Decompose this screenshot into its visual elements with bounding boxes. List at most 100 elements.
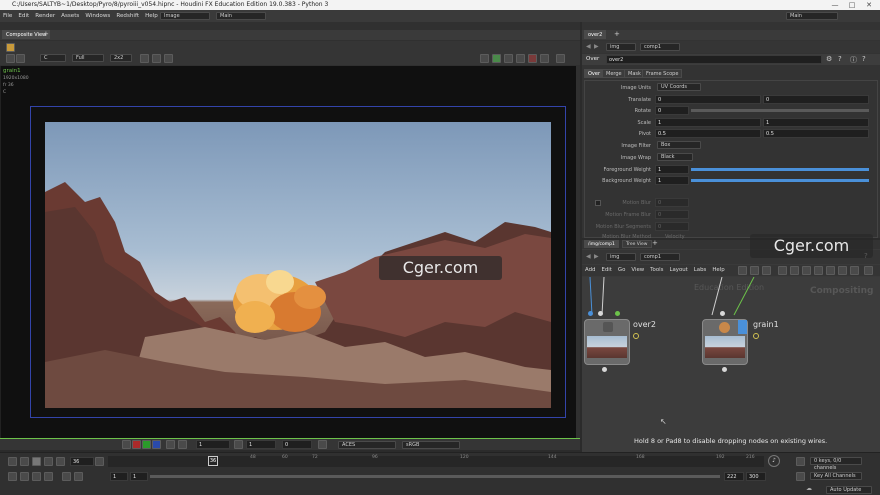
viewport[interactable]: grain1 1920x1080 fr 36 C Cger.com — [0, 66, 576, 438]
net-tool-f-icon[interactable] — [838, 266, 847, 275]
viewer-network-icon[interactable] — [6, 43, 15, 52]
add-tab-icon[interactable]: + — [43, 30, 49, 38]
channel-red-icon[interactable] — [132, 440, 141, 449]
headphones-icon[interactable] — [528, 54, 537, 63]
display-options-icon[interactable] — [556, 54, 565, 63]
frame-menu-icon[interactable] — [95, 457, 104, 466]
image-filter-combo[interactable]: Box — [657, 141, 701, 149]
zoom-icon[interactable] — [166, 440, 175, 449]
help-circle-icon[interactable]: ? — [862, 55, 866, 63]
net-menu-view[interactable]: View — [628, 265, 647, 276]
rotate-field[interactable]: 0 — [655, 106, 689, 115]
timeline-track[interactable]: 36 48 60 72 96 120 144 168 192 216 — [108, 455, 764, 467]
stop-icon[interactable] — [32, 457, 41, 466]
minimize-icon[interactable]: — — [828, 0, 842, 10]
audio-icon[interactable]: ♪ — [768, 455, 780, 467]
flipbook-icon[interactable] — [516, 54, 525, 63]
key-all-channels-combo[interactable]: Key All Channels — [810, 472, 862, 480]
channel-green-icon[interactable] — [142, 440, 151, 449]
gamma-field[interactable]: 1 — [196, 440, 230, 449]
background-weight-slider[interactable] — [691, 179, 869, 182]
net-tool-g-icon[interactable] — [850, 266, 859, 275]
net-menu-tools[interactable]: Tools — [647, 265, 666, 276]
net-menu-labs[interactable]: Labs — [691, 265, 710, 276]
tab-tree-view[interactable]: Tree View — [622, 240, 652, 248]
scale-y-field[interactable]: 1 — [763, 118, 869, 127]
forward-arrow-icon[interactable]: ▶ — [594, 43, 599, 50]
adjust-icon[interactable] — [178, 440, 187, 449]
menu-render[interactable]: Render — [32, 10, 58, 22]
network-canvas[interactable]: Education Edition Compositing over2 grai… — [582, 277, 880, 452]
jump-end-icon[interactable] — [56, 457, 65, 466]
node-name-field[interactable]: over2 — [606, 55, 822, 64]
net-menu-add[interactable]: Add — [582, 265, 598, 276]
net-tool-h-icon[interactable] — [864, 266, 873, 275]
range-slider[interactable] — [150, 475, 720, 478]
background-weight-field[interactable]: 1 — [655, 176, 689, 185]
node-grain1[interactable] — [702, 319, 748, 365]
view-link-icon[interactable] — [492, 54, 501, 63]
net-menu-layout[interactable]: Layout — [666, 265, 690, 276]
tiles-combo[interactable]: 2x2 — [110, 54, 132, 62]
net-tool-d-icon[interactable] — [814, 266, 823, 275]
over2-input-dot-3[interactable] — [615, 311, 620, 316]
key-filter-icon[interactable] — [796, 457, 805, 466]
menu-assets[interactable]: Assets — [58, 10, 82, 22]
net-path-comp1[interactable]: comp1 — [640, 253, 680, 261]
foreground-weight-slider[interactable] — [691, 168, 869, 171]
audio-scrub-icon[interactable] — [44, 472, 53, 481]
net-tool-a-icon[interactable] — [778, 266, 787, 275]
channel-combo[interactable]: C — [40, 54, 66, 62]
jump-start-icon[interactable] — [8, 457, 17, 466]
add-param-tab-icon[interactable]: + — [614, 30, 620, 38]
scale-x-field[interactable]: 1 — [655, 118, 761, 127]
net-tool-wrench-icon[interactable] — [738, 266, 747, 275]
menu-edit[interactable]: Edit — [15, 10, 32, 22]
net-tool-e-icon[interactable] — [826, 266, 835, 275]
pivot-y-field[interactable]: 0.5 — [763, 129, 869, 138]
net-back-arrow-icon[interactable]: ◀ — [586, 253, 591, 260]
motion-blur-field[interactable]: 0 — [655, 198, 689, 207]
viewer-mode-icon[interactable] — [16, 54, 25, 63]
net-tool-grid-icon[interactable] — [750, 266, 759, 275]
image-units-combo[interactable]: UV Coords — [657, 83, 701, 91]
menu-help[interactable]: Help — [142, 10, 161, 22]
tab-merge[interactable]: Merge — [602, 69, 626, 78]
loop-icon[interactable] — [32, 472, 41, 481]
net-menu-edit[interactable]: Edit — [598, 265, 614, 276]
pivot-x-field[interactable]: 0.5 — [655, 129, 761, 138]
range-start2-field[interactable]: 1 — [130, 472, 148, 481]
net-menu-help[interactable]: Help — [709, 265, 727, 276]
net-menu-go[interactable]: Go — [615, 265, 628, 276]
foreground-weight-field[interactable]: 1 — [655, 165, 689, 174]
motion-frame-blur-field[interactable]: 0 — [655, 210, 689, 219]
motion-blur-segments-field[interactable]: 0 — [655, 222, 689, 231]
colorspace-combo[interactable]: ACES — [338, 441, 396, 449]
back-arrow-icon[interactable]: ◀ — [586, 43, 591, 50]
translate-x-field[interactable]: 0 — [655, 95, 761, 104]
realtime-icon[interactable] — [8, 472, 17, 481]
maximize-icon[interactable]: □ — [845, 0, 859, 10]
node-over2[interactable] — [584, 319, 630, 365]
lut-icon[interactable] — [234, 440, 243, 449]
settings-gear-icon[interactable] — [540, 54, 549, 63]
snapshot-icon[interactable] — [504, 54, 513, 63]
tab-frame-scope[interactable]: Frame Scope — [642, 69, 683, 78]
histogram-icon[interactable] — [164, 54, 173, 63]
range-end2-field[interactable]: 300 — [746, 472, 766, 481]
net-path-img[interactable]: img — [606, 253, 636, 261]
help-icon[interactable]: ? — [838, 55, 842, 63]
path-img[interactable]: img — [606, 43, 636, 51]
timeline-cursor[interactable]: 36 — [208, 456, 218, 466]
over2-input-dot-2[interactable] — [598, 311, 603, 316]
current-frame-field[interactable]: 36 — [70, 457, 94, 466]
range-end-icon[interactable] — [74, 472, 83, 481]
play-icon[interactable] — [44, 457, 53, 466]
step-icon[interactable] — [20, 472, 29, 481]
resolution-combo[interactable]: Full — [72, 54, 104, 62]
range-start-icon[interactable] — [62, 472, 71, 481]
grain1-output-dot[interactable] — [722, 367, 727, 372]
channel-rgb-icon[interactable] — [122, 440, 131, 449]
key-all-icon[interactable] — [796, 472, 805, 481]
range-end-field[interactable]: 222 — [724, 472, 744, 481]
